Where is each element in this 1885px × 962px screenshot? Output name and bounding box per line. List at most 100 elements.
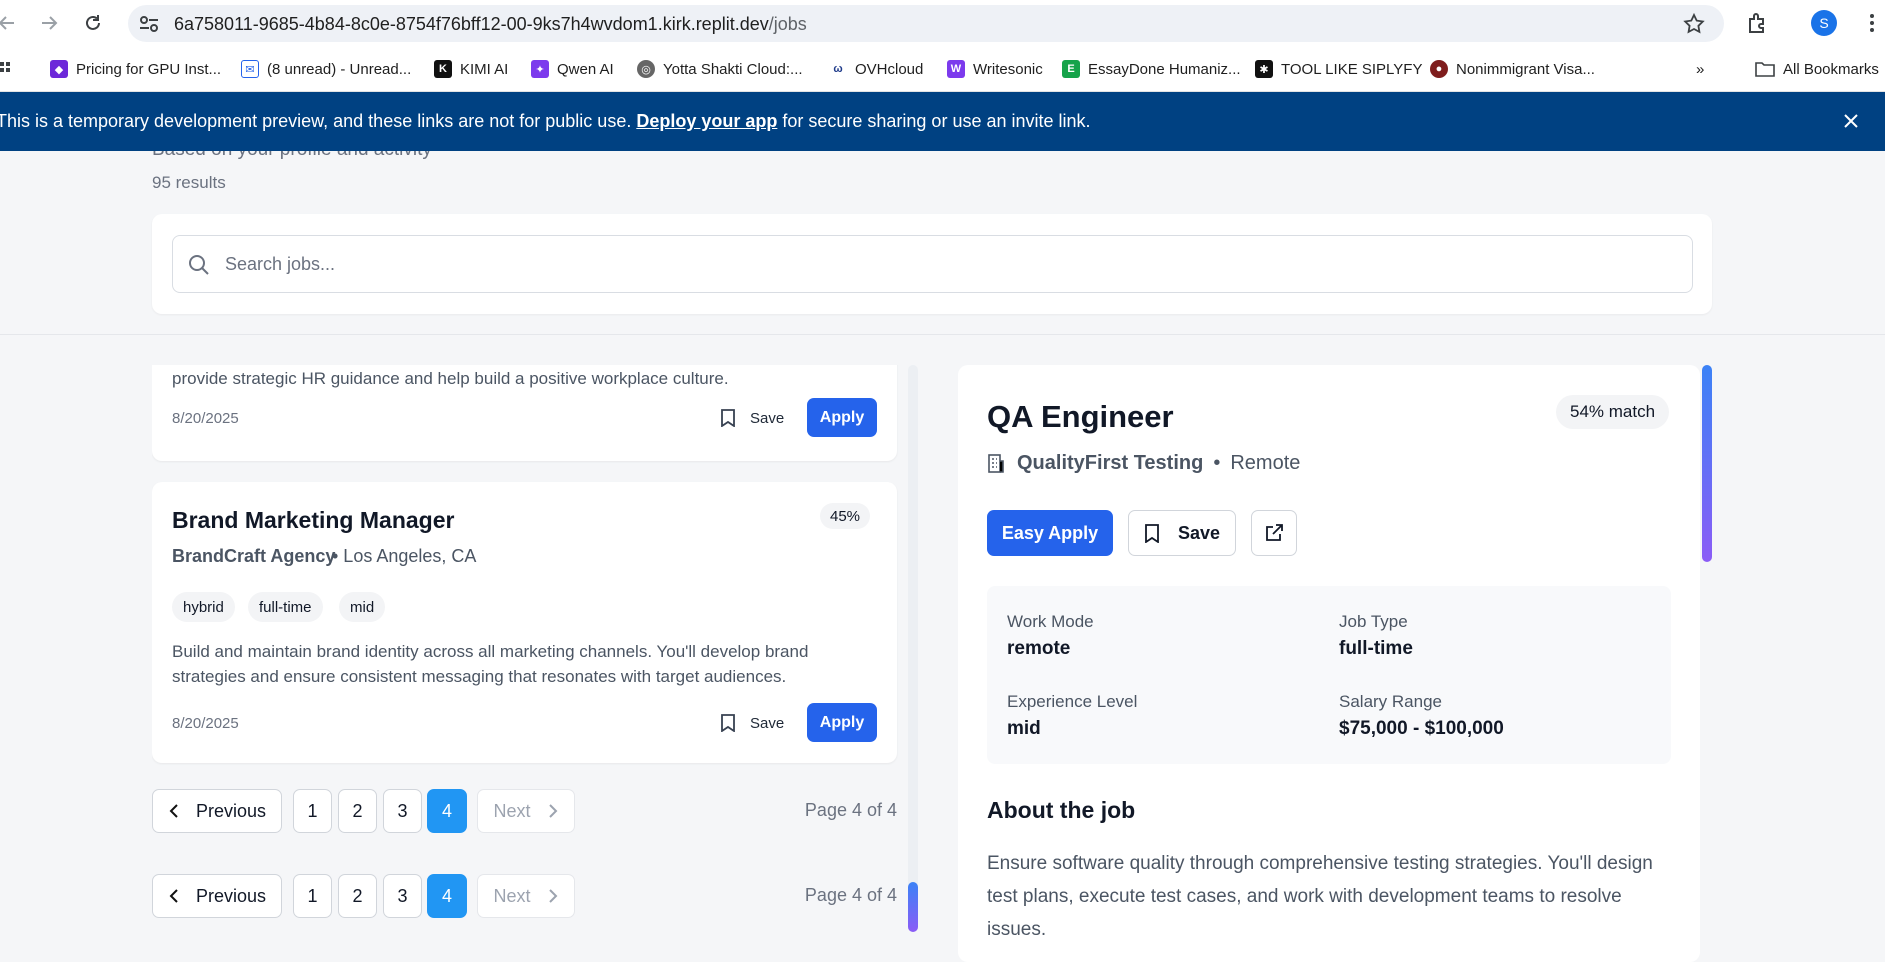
site-settings-icon[interactable] — [138, 14, 160, 34]
info-job-type: Job Type full-time — [1339, 612, 1413, 659]
save-button[interactable]: Save — [720, 400, 800, 436]
pagination: Previous 1 2 3 4 Next Page 4 of 4 — [152, 874, 897, 918]
job-description: Build and maintain brand identity across… — [172, 642, 809, 686]
detail-company-row: QualityFirst Testing • Remote — [987, 449, 1300, 477]
bookmark-tool[interactable]: ✱ TOOL LIKE SIPLYFY — [1255, 58, 1422, 80]
bookmark-yotta[interactable]: ◎ Yotta Shakti Cloud:... — [637, 58, 803, 80]
bookmark-kimi[interactable]: K KIMI AI — [434, 58, 508, 80]
external-link-icon — [1266, 524, 1283, 541]
url-text: 6a758011-9685-4b84-8c0e-8754f76bff12-00-… — [174, 14, 807, 34]
info-experience-level: Experience Level mid — [1007, 692, 1138, 739]
easy-apply-button[interactable]: Easy Apply — [987, 510, 1113, 556]
gpu-icon: ◆ — [50, 60, 68, 78]
page-button-1[interactable]: 1 — [293, 874, 332, 918]
page-button-1[interactable]: 1 — [293, 789, 332, 833]
info-work-mode: Work Mode remote — [1007, 612, 1094, 659]
menu-kebab-icon[interactable] — [1862, 10, 1882, 36]
divider — [0, 334, 1885, 335]
all-bookmarks[interactable]: All Bookmarks — [1755, 58, 1879, 80]
job-detail-panel: QA Engineer 54% match QualityFirst Testi… — [958, 365, 1700, 962]
forward-icon[interactable] — [36, 10, 62, 36]
dev-preview-banner: This is a temporary development preview,… — [0, 92, 1885, 151]
apps-grid-icon[interactable] — [0, 60, 12, 78]
tag: mid — [339, 592, 386, 622]
save-button[interactable]: Save — [1128, 510, 1236, 556]
bookmark-mail[interactable]: ✉ (8 unread) - Unread... — [241, 58, 411, 80]
jobs-page: Based on your profile and activity 95 re… — [0, 151, 1885, 962]
writesonic-icon: W — [947, 60, 965, 78]
info-salary-range: Salary Range $75,000 - $100,000 — [1339, 692, 1504, 739]
bookmark-icon — [721, 409, 735, 427]
building-icon — [988, 454, 1004, 473]
search-box[interactable] — [172, 235, 1693, 293]
apply-button[interactable]: Apply — [807, 398, 877, 437]
apply-button[interactable]: Apply — [807, 703, 877, 742]
chevron-left-icon — [169, 889, 178, 903]
banner-text: This is a temporary development preview,… — [0, 111, 1091, 131]
search-input[interactable] — [225, 236, 1675, 292]
detail-scrollbar[interactable] — [1702, 365, 1712, 932]
chevron-right-icon — [548, 889, 557, 903]
scrollbar-thumb[interactable] — [908, 882, 918, 932]
search-icon — [189, 255, 209, 275]
bookmarks-overflow-icon[interactable]: » — [1696, 58, 1704, 80]
job-location: • Los Angeles, CA — [332, 546, 477, 566]
page-button-4[interactable]: 4 — [427, 789, 467, 833]
job-company: BrandCraft Agency — [172, 546, 336, 566]
close-icon[interactable] — [1838, 108, 1864, 134]
tag: full-time — [248, 592, 323, 622]
chevron-right-icon — [548, 804, 557, 818]
job-description: provide strategic HR guidance and help b… — [172, 369, 729, 388]
page-button-2[interactable]: 2 — [338, 874, 377, 918]
search-card — [152, 214, 1712, 314]
job-date: 8/20/2025 — [172, 715, 239, 732]
back-icon[interactable] — [0, 10, 20, 36]
deploy-link[interactable]: Deploy your app — [636, 111, 777, 131]
job-info-grid: Work Mode remote Job Type full-time Expe… — [987, 586, 1671, 764]
bookmark-gpu[interactable]: ◆ Pricing for GPU Inst... — [50, 58, 221, 80]
ovh-icon: ω — [829, 60, 847, 78]
page-button-3[interactable]: 3 — [383, 789, 422, 833]
qwen-icon: ✦ — [531, 60, 549, 78]
tool-icon: ✱ — [1255, 60, 1273, 78]
bookmark-icon — [1145, 523, 1159, 543]
next-button[interactable]: Next — [477, 789, 575, 833]
seal-icon: ● — [1430, 60, 1448, 78]
bookmark-ovh[interactable]: ω OVHcloud — [829, 58, 923, 80]
page-info: Page 4 of 4 — [804, 885, 897, 905]
job-date: 8/20/2025 — [172, 410, 239, 427]
folder-icon — [1755, 62, 1775, 77]
page-button-4[interactable]: 4 — [427, 874, 467, 918]
scrollbar-thumb[interactable] — [1702, 365, 1712, 562]
detail-company: QualityFirst Testing — [1017, 451, 1204, 474]
chevron-left-icon — [169, 804, 178, 818]
save-button[interactable]: Save — [720, 705, 800, 741]
match-badge: 45% — [820, 503, 871, 529]
mail-icon: ✉ — [241, 60, 259, 78]
previous-button[interactable]: Previous — [152, 789, 282, 833]
job-card[interactable]: provide strategic HR guidance and help b… — [152, 365, 897, 461]
bookmark-essaydone[interactable]: E EssayDone Humaniz... — [1062, 58, 1241, 80]
page-subtitle: Based on your profile and activity — [152, 151, 432, 161]
job-list: provide strategic HR guidance and help b… — [152, 365, 917, 962]
bookmark-visa[interactable]: ● Nonimmigrant Visa... — [1430, 58, 1595, 80]
job-title: Brand Marketing Manager — [172, 507, 455, 533]
job-card[interactable]: Brand Marketing Manager 45% BrandCraft A… — [152, 482, 897, 763]
essaydone-icon: E — [1062, 60, 1080, 78]
reload-icon[interactable] — [80, 10, 106, 36]
open-external-button[interactable] — [1251, 510, 1297, 556]
previous-button[interactable]: Previous — [152, 874, 282, 918]
next-button[interactable]: Next — [477, 874, 575, 918]
bookmark-qwen[interactable]: ✦ Qwen AI — [531, 58, 614, 80]
job-list-scrollbar[interactable] — [908, 365, 918, 932]
page-button-3[interactable]: 3 — [383, 874, 422, 918]
bookmark-star-icon[interactable] — [1682, 12, 1706, 36]
about-heading: About the job — [987, 797, 1136, 823]
address-bar[interactable]: 6a758011-9685-4b84-8c0e-8754f76bff12-00-… — [128, 5, 1724, 42]
extensions-icon[interactable] — [1745, 10, 1771, 36]
bookmark-writesonic[interactable]: W Writesonic — [947, 58, 1043, 80]
about-text: Ensure software quality through comprehe… — [987, 853, 1653, 940]
page-info: Page 4 of 4 — [804, 800, 897, 820]
profile-avatar[interactable]: S — [1811, 10, 1837, 36]
page-button-2[interactable]: 2 — [338, 789, 377, 833]
